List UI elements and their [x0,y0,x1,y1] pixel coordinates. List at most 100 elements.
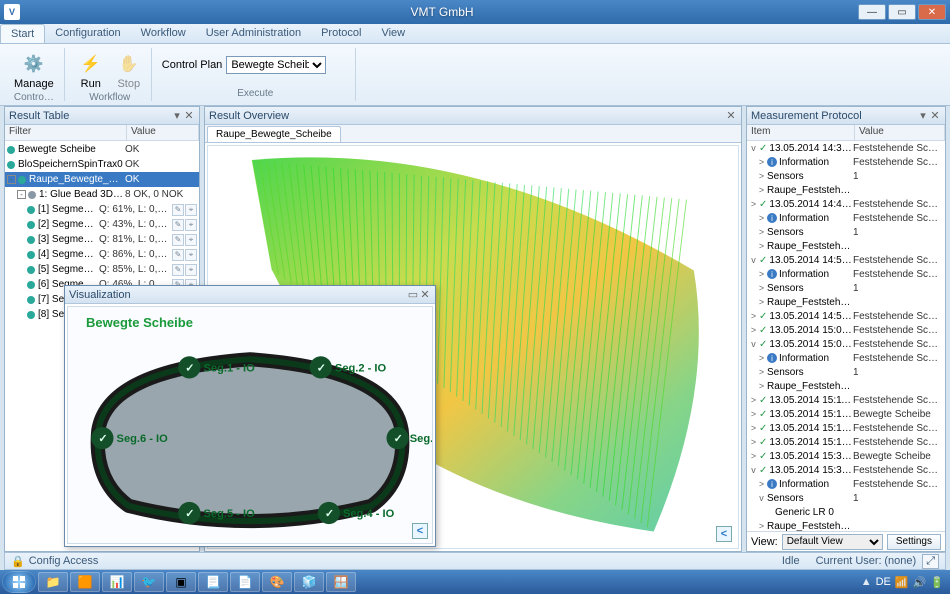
stop-button[interactable]: ✋ Stop [113,50,145,92]
protocol-view-select[interactable]: Default View [782,534,883,550]
result-row[interactable]: -Raupe_Bewegte_ScheibeOK [5,172,199,187]
protocol-row[interactable]: >Raupe_Feststehende_S… [747,239,945,253]
close-button[interactable]: ✕ [918,4,946,20]
taskbar-app-icon[interactable]: ▣ [166,572,196,592]
row-tool-icon[interactable]: ✎ [172,204,184,216]
result-row[interactable]: Bewegte ScheibeOK [5,142,199,157]
manage-button[interactable]: ⚙️ Manage [10,50,58,92]
result-table-header: Filter Value [5,125,199,141]
ribbon-tab-configuration[interactable]: Configuration [45,24,130,43]
row-tool-icon[interactable]: ⌖ [185,204,197,216]
protocol-row[interactable]: v✓13.05.2014 14:52:47Feststehende Scheib… [747,253,945,267]
protocol-row[interactable]: >Sensors1 [747,365,945,379]
minimize-button[interactable]: — [858,4,886,20]
overview-close-icon[interactable]: ✕ [725,110,737,122]
protocol-row[interactable]: v✓13.05.2014 15:09:52Feststehende Scheib… [747,337,945,351]
protocol-dock-icon[interactable]: ▾ [917,110,929,122]
ribbon-tab-workflow[interactable]: Workflow [131,24,196,43]
protocol-row[interactable]: >Raupe_Feststehende_S… [747,379,945,393]
row-tool-icon[interactable]: ✎ [172,249,184,261]
svg-text:Seg.5 - IO: Seg.5 - IO [203,508,255,520]
protocol-row[interactable]: >iInformationFeststehende Scheibe [747,155,945,169]
overview-back-button[interactable]: < [716,526,732,542]
control-plan-label: Control Plan [162,59,223,71]
protocol-settings-button[interactable]: Settings [887,534,941,550]
taskbar-app-icon[interactable]: 🧊 [294,572,324,592]
taskbar-app-icon[interactable]: 🎨 [262,572,292,592]
protocol-row[interactable]: >✓13.05.2014 15:11:44Feststehende Scheib… [747,393,945,407]
protocol-row[interactable]: >✓13.05.2014 15:19:17Feststehende Scheib… [747,435,945,449]
result-row[interactable]: [5] Segment Seg.5 - IOQ: 85%, L: 0,00mm✎… [5,262,199,277]
protocol-row[interactable]: >Sensors1 [747,169,945,183]
protocol-row[interactable]: >iInformationFeststehende Scheibe [747,351,945,365]
ribbon-tab-view[interactable]: View [371,24,415,43]
row-tool-icon[interactable]: ⌖ [185,219,197,231]
protocol-row[interactable]: >✓13.05.2014 15:18:22Feststehende Scheib… [747,421,945,435]
protocol-row[interactable]: >✓13.05.2014 15:01:43Feststehende Scheib… [747,323,945,337]
tray-battery-icon[interactable]: 🔋 [930,576,944,589]
row-tool-icon[interactable]: ⌖ [185,249,197,261]
protocol-row[interactable]: vSensors1 [747,491,945,505]
row-tool-icon[interactable]: ⌖ [185,234,197,246]
tray-flag-icon[interactable]: ▲ [861,576,872,588]
protocol-row[interactable]: Generic LR 0 [747,505,945,519]
run-button[interactable]: ⚡ Run [75,50,107,92]
protocol-row[interactable]: >Raupe_Feststehende_S… [747,183,945,197]
result-row[interactable]: [1] Segment Seg.1 - IOQ: 61%, L: 0,00mm✎… [5,202,199,217]
tray-network-icon[interactable]: 📶 [895,576,909,589]
visualization-viewport[interactable]: Bewegte Scheibe ✓ Seg.1 - IO ✓ Seg.2 - I… [67,306,433,544]
taskbar-app-icon[interactable]: 📃 [198,572,228,592]
tray-sound-icon[interactable]: 🔊 [913,576,927,589]
taskbar-app-icon[interactable]: 📁 [38,572,68,592]
visualization-back-button[interactable]: < [412,523,428,539]
tray-language[interactable]: DE [876,576,891,588]
svg-text:✓: ✓ [317,362,326,374]
protocol-row[interactable]: >Sensors1 [747,225,945,239]
protocol-row[interactable]: >✓13.05.2014 14:40:57Feststehende Scheib… [747,197,945,211]
result-table-close-icon[interactable]: ✕ [183,110,195,122]
result-row[interactable]: [4] Segment Seg.4 - IOQ: 86%, L: 0,00mm✎… [5,247,199,262]
result-row[interactable]: BloSpeichernSpinTrax0OK [5,157,199,172]
protocol-row[interactable]: >iInformationFeststehende Scheibe [747,211,945,225]
status-expand-icon[interactable]: ⤢ [922,554,939,569]
protocol-row[interactable]: >iInformationFeststehende Scheibe [747,267,945,281]
run-label: Run [81,78,101,90]
taskbar-app-icon[interactable]: 🟧 [70,572,100,592]
taskbar-app-icon[interactable]: 📊 [102,572,132,592]
visualization-close-icon[interactable]: ✕ [419,289,431,301]
taskbar-app-icon[interactable]: 📄 [230,572,260,592]
stop-label: Stop [117,78,140,90]
protocol-row[interactable]: >Raupe_Feststehende_S… [747,519,945,531]
visualization-window[interactable]: Visualization▭✕ Bewegte Scheibe ✓ Seg.1 … [64,285,436,547]
ribbon-tab-protocol[interactable]: Protocol [311,24,371,43]
protocol-row[interactable]: v✓13.05.2014 15:35:48Feststehende Scheib… [747,463,945,477]
row-tool-icon[interactable]: ⌖ [185,264,197,276]
protocol-row[interactable]: >✓13.05.2014 15:17:25Bewegte Scheibe [747,407,945,421]
protocol-row[interactable]: >iInformationFeststehende Scheibe [747,477,945,491]
maximize-button[interactable]: ▭ [888,4,916,20]
result-table-dock-icon[interactable]: ▾ [171,110,183,122]
protocol-row[interactable]: >Sensors1 [747,281,945,295]
manage-label: Manage [14,78,54,90]
taskbar-app-icon[interactable]: 🐦 [134,572,164,592]
start-button[interactable] [2,571,36,593]
row-tool-icon[interactable]: ✎ [172,234,184,246]
result-row[interactable]: [2] Segment Seg.2 - IOQ: 43%, L: 0,00mm✎… [5,217,199,232]
row-tool-icon[interactable]: ✎ [172,264,184,276]
control-plan-select[interactable]: Bewegte Scheibe [226,56,326,74]
result-row[interactable]: [3] Segment Seg.3 - IOQ: 81%, L: 0,00mm✎… [5,232,199,247]
protocol-close-icon[interactable]: ✕ [929,110,941,122]
protocol-row[interactable]: >✓13.05.2014 15:34:53Bewegte Scheibe [747,449,945,463]
overview-tab[interactable]: Raupe_Bewegte_Scheibe [207,126,341,142]
svg-text:✓: ✓ [185,508,194,520]
result-row[interactable]: -1: Glue Bead 3D Segment…8 OK, 0 NOK [5,187,199,202]
protocol-tree[interactable]: v✓13.05.2014 14:39:05Feststehende Scheib… [747,141,945,531]
protocol-row[interactable]: v✓13.05.2014 14:39:05Feststehende Scheib… [747,141,945,155]
taskbar-app-icon[interactable]: 🪟 [326,572,356,592]
row-tool-icon[interactable]: ✎ [172,219,184,231]
ribbon-tab-start[interactable]: Start [0,24,45,43]
ribbon-tab-user-administration[interactable]: User Administration [196,24,311,43]
protocol-row[interactable]: >✓13.05.2014 14:53:45Feststehende Scheib… [747,309,945,323]
visualization-maximize-icon[interactable]: ▭ [407,289,419,301]
protocol-row[interactable]: >Raupe_Feststehende_S… [747,295,945,309]
